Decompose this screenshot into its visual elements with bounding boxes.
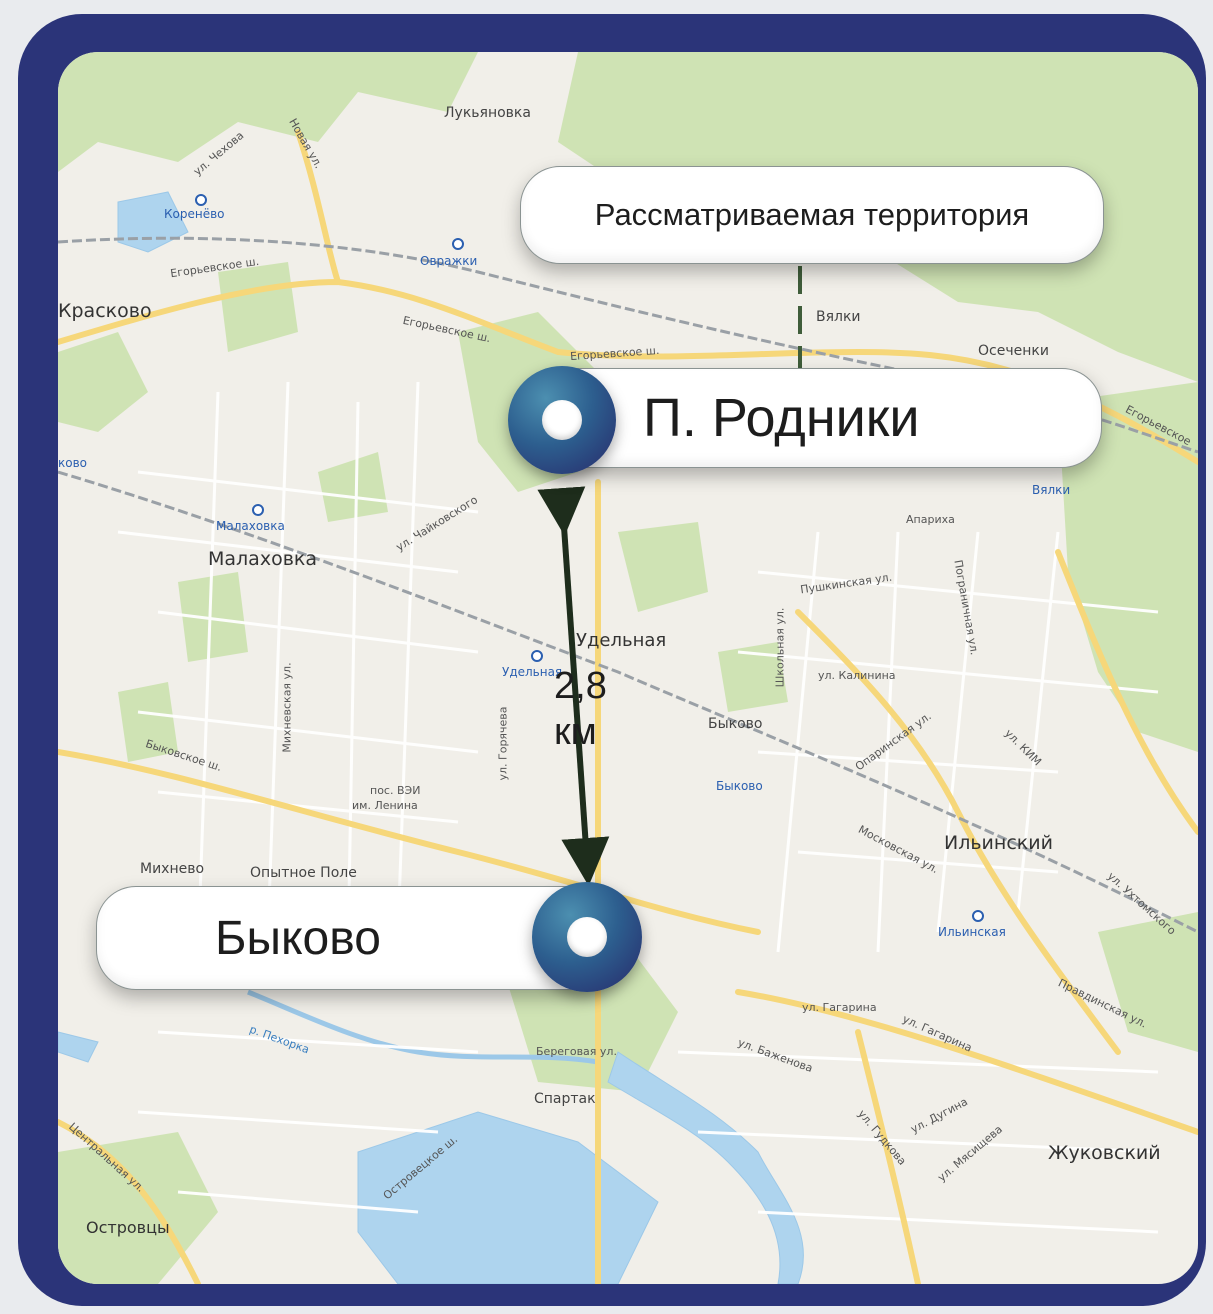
place-im-lenina: им. Ленина — [352, 799, 418, 812]
station-vyalki: Вялки — [1032, 483, 1071, 497]
place-opytnoe-pole: Опытное Поле — [250, 865, 357, 881]
station-icon — [972, 910, 984, 922]
place-malakhovka: Малаховка — [208, 548, 318, 570]
pin-center — [542, 400, 582, 440]
place-apariha: Апариха — [906, 513, 955, 526]
place-osechenki: Осеченки — [978, 343, 1049, 359]
station-icon — [252, 504, 264, 516]
rodniki-label: П. Родники — [536, 368, 1102, 468]
bykovo-label-text: Быково — [215, 911, 381, 965]
place-pos-vei: пос. ВЭИ — [370, 784, 421, 797]
rodniki-pin-icon[interactable] — [508, 366, 616, 474]
pin-center — [567, 917, 607, 957]
road-mikhnevskaya: Михневская ул. — [280, 662, 294, 753]
station-icon — [452, 238, 464, 250]
map-canvas[interactable]: Лукьяновка Коренёво Овражки Красково Вял… — [58, 52, 1198, 1284]
road-kalinina: ул. Калинина — [818, 669, 896, 682]
bykovo-pin-icon[interactable] — [532, 882, 642, 992]
place-lukyanovka: Лукьяновка — [444, 105, 531, 121]
station-malakhovka: Малаховка — [216, 519, 285, 533]
place-mikhnevo: Михнево — [140, 861, 205, 877]
rodniki-label-text: П. Родники — [643, 388, 920, 448]
place-kraskovo: Красково — [58, 300, 152, 322]
territory-label: Рассматриваемая территория — [520, 166, 1104, 264]
station-ilyinskaya: Ильинская — [938, 925, 1006, 939]
station-korenevo: Коренёво — [164, 207, 225, 221]
place-udelnaya: Удельная — [576, 630, 667, 651]
station-icon — [531, 650, 543, 662]
place-ilyinsky: Ильинский — [944, 832, 1053, 854]
station-icon — [195, 194, 207, 206]
station-bykovo: Быково — [716, 779, 763, 793]
station-edge: ково — [58, 456, 88, 470]
distance-unit: км — [554, 710, 597, 753]
place-vyalki: Вялки — [816, 309, 861, 325]
road-shkolnaya: Школьная ул. — [773, 607, 787, 688]
distance-value: 2,8 — [554, 665, 607, 707]
road-gagarina1: ул. Гагарина — [802, 1001, 877, 1014]
place-spartak: Спартак — [534, 1091, 596, 1107]
road-beregovaya: Береговая ул. — [536, 1045, 617, 1058]
place-zhukovsky: Жуковский — [1048, 1142, 1161, 1164]
place-ostrovtsy: Островцы — [86, 1218, 170, 1237]
road-goryacheva: ул. Горячева — [496, 706, 510, 781]
territory-label-text: Рассматриваемая территория — [594, 197, 1030, 232]
station-ovrazhki: Овражки — [420, 254, 478, 268]
distance-label: 2,8 км — [554, 664, 607, 755]
place-bykovo-town: Быково — [708, 716, 763, 732]
